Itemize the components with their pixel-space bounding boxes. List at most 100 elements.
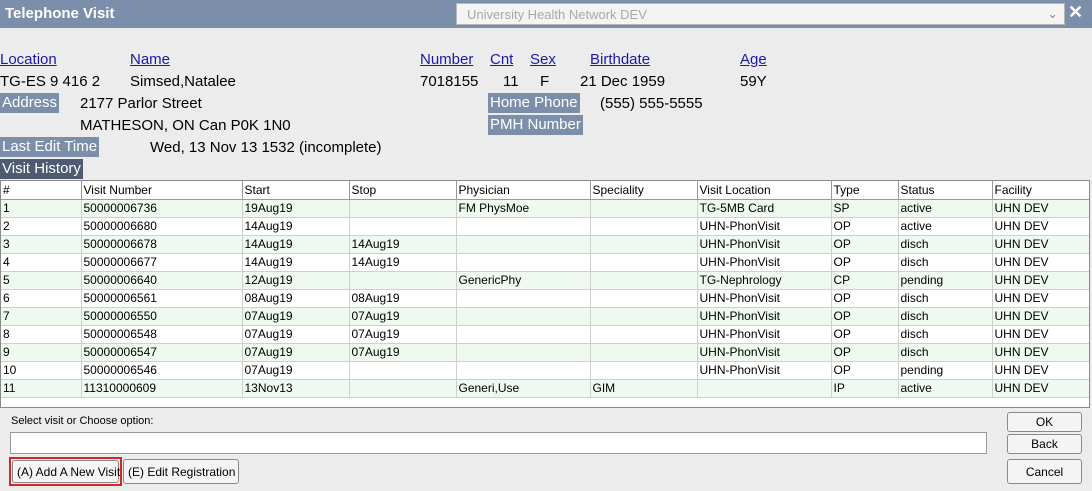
column-header[interactable]: Stop: [349, 181, 457, 200]
home-phone-label: Home Phone: [488, 93, 580, 113]
table-cell: 50000006736: [81, 199, 243, 218]
table-row[interactable]: 1 50000006736 19Aug19 FM PhysMoe TG-5MB Card…: [1, 199, 1089, 218]
option-prompt: Select visit or Choose option:: [11, 415, 154, 427]
table-cell: OP: [831, 235, 899, 254]
table-cell: [456, 325, 591, 344]
ok-button[interactable]: OK: [1007, 412, 1082, 432]
table-cell: OP: [831, 361, 899, 380]
table-cell: GIM: [590, 379, 698, 398]
table-row[interactable]: 11 11310000609 13Nov13 Generi,Use GIM IP activ…: [1, 379, 1089, 398]
name-header[interactable]: Name: [130, 51, 170, 68]
column-header[interactable]: #: [1, 181, 82, 200]
table-cell: UHN DEV: [992, 253, 1089, 272]
table-cell: UHN-PhonVisit: [697, 235, 832, 254]
column-header[interactable]: Status: [898, 181, 993, 200]
table-cell: disch: [898, 307, 993, 326]
table-cell: 14Aug19: [349, 235, 457, 254]
column-header[interactable]: Visit Location: [697, 181, 832, 200]
cancel-button[interactable]: Cancel: [1007, 459, 1082, 484]
column-header[interactable]: Facility: [992, 181, 1089, 200]
back-button[interactable]: Back: [1007, 434, 1082, 454]
table-cell: 13Nov13: [242, 379, 350, 398]
age-header[interactable]: Age: [740, 51, 767, 68]
address-line1: 2177 Parlor Street: [80, 95, 202, 112]
table-cell: OP: [831, 253, 899, 272]
table-cell: [349, 379, 457, 398]
table-cell: [590, 343, 698, 362]
option-input[interactable]: [10, 432, 987, 454]
table-cell: 50000006640: [81, 271, 243, 290]
cnt-header[interactable]: Cnt: [490, 51, 513, 68]
sex-header[interactable]: Sex: [530, 51, 556, 68]
table-cell: [349, 361, 457, 380]
table-cell: 07Aug19: [242, 325, 350, 344]
table-cell: [349, 199, 457, 218]
home-phone-value: (555) 555-5555: [600, 95, 703, 112]
table-cell: 11: [1, 379, 82, 398]
table-cell: OP: [831, 325, 899, 344]
column-header[interactable]: Speciality: [590, 181, 698, 200]
table-cell: pending: [898, 271, 993, 290]
table-cell: UHN DEV: [992, 379, 1089, 398]
table-cell: OP: [831, 289, 899, 308]
table-cell: 50000006550: [81, 307, 243, 326]
column-header[interactable]: Type: [831, 181, 899, 200]
table-row[interactable]: 5 50000006640 12Aug19 GenericPhy TG-Nephrolo…: [1, 271, 1089, 290]
table-row[interactable]: 6 50000006561 08Aug19 08Aug19 UHN-PhonVisit O…: [1, 289, 1089, 308]
selection-highlight: [9, 457, 122, 486]
table-cell: 2: [1, 217, 82, 236]
table-cell: UHN-PhonVisit: [697, 307, 832, 326]
close-icon[interactable]: ✕: [1068, 2, 1083, 23]
birthdate-header[interactable]: Birthdate: [590, 51, 650, 68]
column-header[interactable]: Visit Number: [81, 181, 243, 200]
table-cell: 07Aug19: [242, 307, 350, 326]
table-cell: 50000006678: [81, 235, 243, 254]
table-cell: UHN-PhonVisit: [697, 325, 832, 344]
age-value: 59Y: [740, 73, 767, 90]
table-cell: 07Aug19: [242, 361, 350, 380]
edit-registration-button[interactable]: (E) Edit Registration: [123, 459, 239, 484]
visit-history-table[interactable]: # Visit Number Start Stop Physician Spec…: [0, 180, 1090, 408]
location-header[interactable]: Location: [0, 51, 57, 68]
table-row[interactable]: 3 50000006678 14Aug19 14Aug19 UHN-PhonVisit O…: [1, 235, 1089, 254]
table-cell: disch: [898, 235, 993, 254]
table-cell: [456, 235, 591, 254]
table-cell: [456, 289, 591, 308]
table-cell: UHN-PhonVisit: [697, 361, 832, 380]
table-cell: [456, 343, 591, 362]
table-cell: Generi,Use: [456, 379, 591, 398]
table-row[interactable]: 4 50000006677 14Aug19 14Aug19 UHN-PhonVisit O…: [1, 253, 1089, 272]
table-cell: [590, 361, 698, 380]
table-cell: UHN-PhonVisit: [697, 217, 832, 236]
table-row[interactable]: 2 50000006680 14Aug19 UHN-PhonVisit OP active…: [1, 217, 1089, 236]
table-cell: TG-5MB Card: [697, 199, 832, 218]
table-row[interactable]: 9 50000006547 07Aug19 07Aug19 UHN-PhonVisit O…: [1, 343, 1089, 362]
table-cell: UHN DEV: [992, 199, 1089, 218]
table-cell: TG-Nephrology: [697, 271, 832, 290]
window-title: Telephone Visit: [5, 5, 115, 22]
table-cell: 14Aug19: [242, 253, 350, 272]
table-cell: OP: [831, 307, 899, 326]
table-row[interactable]: 8 50000006548 07Aug19 07Aug19 UHN-PhonVisit O…: [1, 325, 1089, 344]
number-header[interactable]: Number: [420, 51, 473, 68]
table-cell: [590, 271, 698, 290]
visit-history-label: Visit History: [0, 159, 83, 179]
table-cell: [590, 289, 698, 308]
network-select[interactable]: University Health Network DEV ⌄: [456, 3, 1065, 25]
table-cell: 07Aug19: [349, 307, 457, 326]
column-header[interactable]: Physician: [456, 181, 591, 200]
table-cell: OP: [831, 217, 899, 236]
table-row[interactable]: 10 50000006546 07Aug19 UHN-PhonVisit OP pendi…: [1, 361, 1089, 380]
birthdate-value: 21 Dec 1959: [580, 73, 666, 90]
last-edit-value: Wed, 13 Nov 13 1532 (incomplete): [150, 139, 382, 156]
table-row[interactable]: 7 50000006550 07Aug19 07Aug19 UHN-PhonVisit O…: [1, 307, 1089, 326]
column-header[interactable]: Start: [242, 181, 350, 200]
table-cell: 9: [1, 343, 82, 362]
table-cell: [590, 199, 698, 218]
table-cell: [456, 361, 591, 380]
table-cell: 07Aug19: [242, 343, 350, 362]
address-line2: MATHESON, ON Can P0K 1N0: [80, 117, 291, 134]
table-cell: 08Aug19: [349, 289, 457, 308]
chevron-down-icon: ⌄: [1047, 6, 1058, 21]
table-cell: 50000006677: [81, 253, 243, 272]
